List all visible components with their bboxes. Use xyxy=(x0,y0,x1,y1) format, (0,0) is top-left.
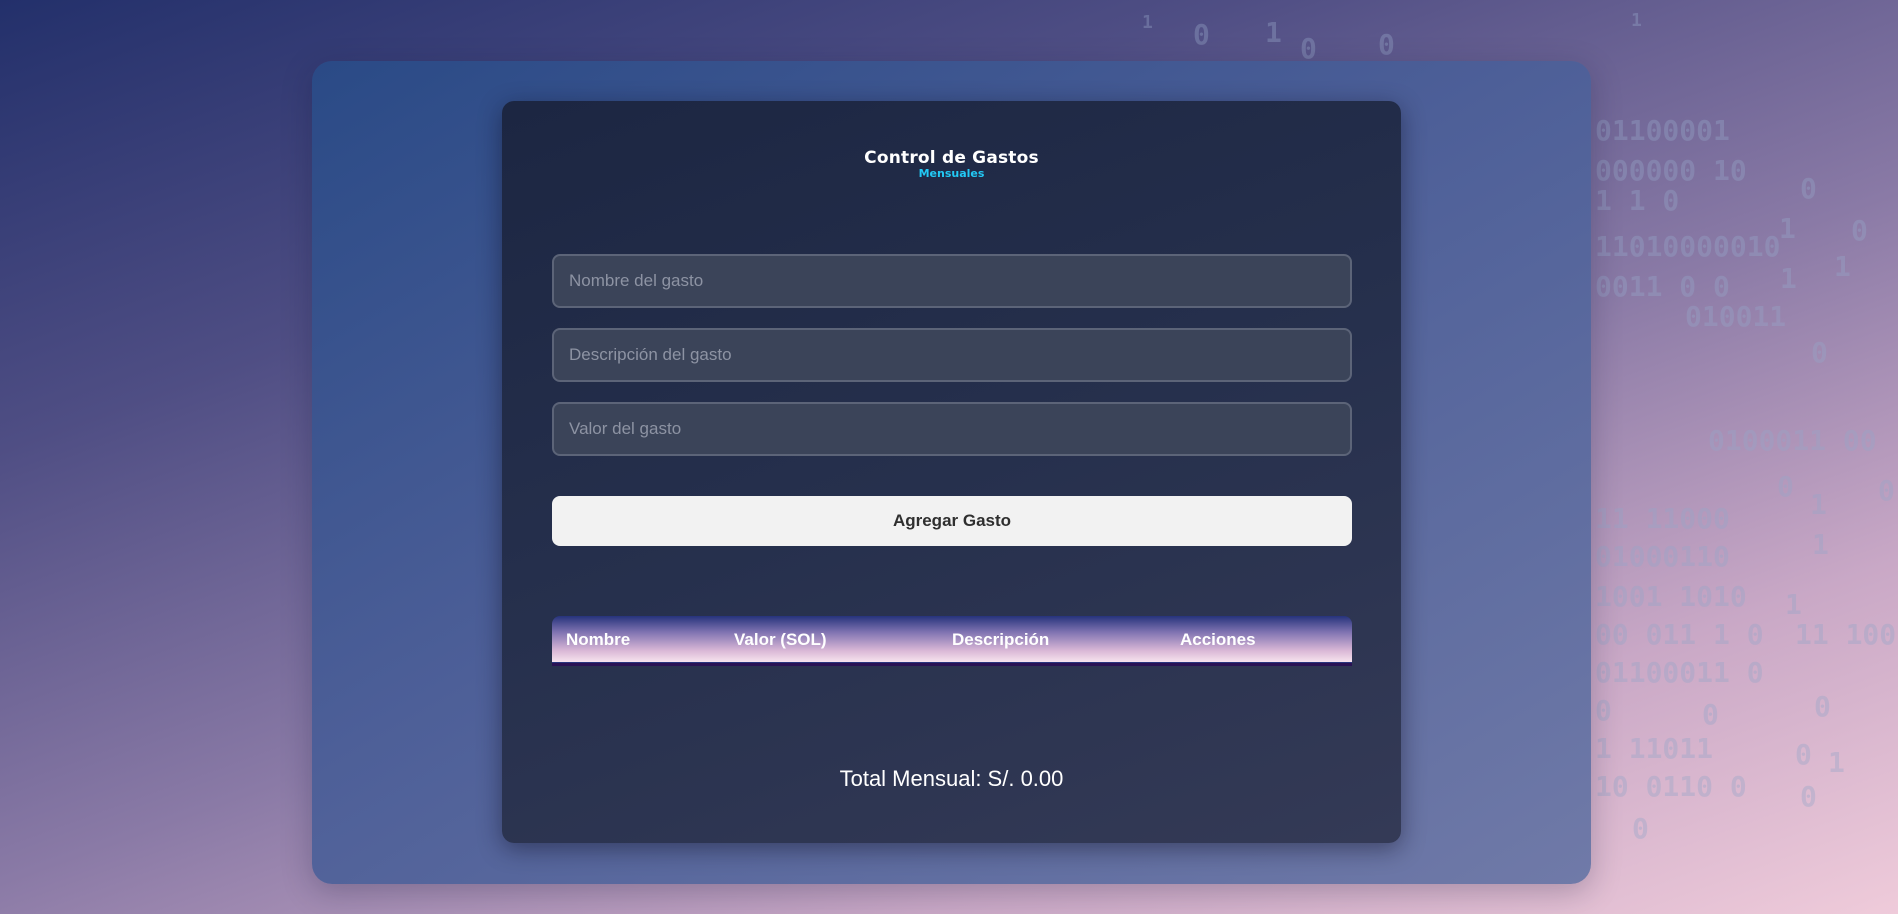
binary-digit: 0011 0 0 xyxy=(1595,270,1730,303)
expense-name-input[interactable] xyxy=(552,254,1352,308)
binary-digit: 1 xyxy=(1828,746,1845,779)
binary-digit: 11010000010 xyxy=(1595,230,1781,263)
binary-digit: 0 xyxy=(1814,690,1831,723)
binary-digit: 0 xyxy=(1595,694,1612,727)
binary-digit: 1 xyxy=(1785,588,1802,621)
app-subtitle: Mensuales xyxy=(918,167,985,180)
binary-digit: 0 xyxy=(1800,780,1817,813)
expense-card: Control de Gastos Mensuales Agregar Gast… xyxy=(502,101,1401,843)
binary-digit: 010011 xyxy=(1685,300,1787,333)
binary-digit: 1 11011 xyxy=(1595,732,1714,765)
binary-digit: 0 xyxy=(1800,172,1817,205)
column-header-value: Valor (SOL) xyxy=(734,629,827,649)
column-header-description: Descripción xyxy=(952,629,1050,649)
binary-digit: 01100001 xyxy=(1595,114,1730,147)
binary-digit: 1 xyxy=(1631,10,1642,31)
binary-digit: 0 xyxy=(1378,28,1395,61)
binary-digit: 0 xyxy=(1795,738,1812,771)
binary-digit: 0 xyxy=(1193,18,1210,51)
binary-digit: 1 xyxy=(1810,488,1827,521)
expense-description-input[interactable] xyxy=(552,328,1352,382)
binary-digit: 1001 1010 xyxy=(1595,580,1747,613)
binary-digit: 1 xyxy=(1265,16,1282,49)
binary-digit: 01100011 0 xyxy=(1595,656,1764,689)
binary-digit: 0 xyxy=(1878,474,1895,507)
binary-digit: 0 xyxy=(1632,812,1649,845)
binary-digit: 1 xyxy=(1780,262,1797,295)
column-header-name: Nombre xyxy=(566,629,631,649)
app-header: Control de Gastos Mensuales xyxy=(502,148,1401,180)
monthly-total: Total Mensual: S/. 0.00 xyxy=(839,766,1064,791)
binary-digit: 1 xyxy=(1142,12,1153,33)
binary-digit: 1 xyxy=(1834,250,1851,283)
binary-digit: 0 xyxy=(1702,698,1719,731)
binary-digit: 1 1 0 xyxy=(1595,184,1680,217)
add-expense-button[interactable]: Agregar Gasto xyxy=(552,496,1352,546)
table-header-row: Nombre Valor (SOL) Descripción Acciones xyxy=(552,616,1352,665)
binary-digit: 0 xyxy=(1811,336,1828,369)
binary-digit: 0 xyxy=(1851,214,1868,247)
binary-digit: 00 011 1 0 xyxy=(1595,618,1764,651)
binary-digit: 0 xyxy=(1777,470,1794,503)
binary-digit: 10 0110 0 xyxy=(1595,770,1747,803)
binary-digit: 11 100 xyxy=(1795,618,1897,651)
binary-digit: 000000 10 xyxy=(1595,154,1747,187)
binary-digit: 01000110 xyxy=(1595,540,1730,573)
binary-digit: 1 xyxy=(1812,528,1829,561)
expense-table: Nombre Valor (SOL) Descripción Acciones xyxy=(552,616,1352,666)
app-title: Control de Gastos xyxy=(864,148,1039,168)
binary-digit: 1 xyxy=(1779,212,1796,245)
column-header-actions: Acciones xyxy=(1180,629,1256,649)
expense-value-input[interactable] xyxy=(552,402,1352,456)
binary-digit: 0100011 00 xyxy=(1708,424,1877,457)
binary-digit: 11 11000 xyxy=(1595,502,1730,535)
